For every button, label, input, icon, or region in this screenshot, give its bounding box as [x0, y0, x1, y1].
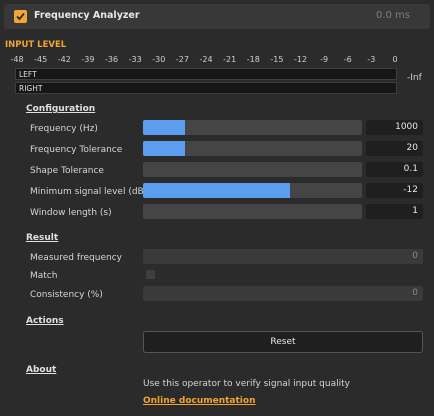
match-indicator — [146, 270, 155, 279]
window-length-slider[interactable] — [143, 204, 362, 219]
param-label: Frequency (Hz) — [30, 124, 98, 134]
level-scale: -48 -45 -42 -39 -36 -33 -30 -27 -24 -21 -18 -15 -12-… — [0, 55, 434, 67]
scale-tick-label: -18 — [246, 55, 260, 64]
shape-tolerance-slider[interactable] — [143, 162, 362, 177]
scale-tick-label: -3 — [367, 55, 376, 64]
minimum-signal-level-slider[interactable] — [143, 183, 362, 198]
right-meter: RIGHT — [15, 82, 397, 94]
scale-tick-label: -30 — [152, 55, 166, 64]
scale-tick-label: -27 — [175, 55, 189, 64]
configuration-heading: Configuration — [26, 104, 96, 114]
scale-tick-label: -42 — [57, 55, 71, 64]
consistency-readout: 0 — [143, 286, 423, 301]
left-meter: LEFT — [15, 68, 397, 80]
scale-tick-label: -12 — [293, 55, 308, 64]
scale-tick-label: -21 — [223, 55, 237, 64]
online-documentation-link[interactable]: Online documentation — [143, 396, 255, 406]
measured-frequency-label: Measured frequency — [30, 253, 122, 263]
param-label: Shape Tolerance — [30, 166, 104, 176]
operator-title: Frequency Analyzer — [34, 10, 140, 21]
param-label: Minimum signal level (dB) — [30, 187, 148, 197]
scale-tick-label: -39 — [81, 55, 95, 64]
scale-tick-label: -36 — [104, 55, 119, 64]
slider-fill — [143, 120, 185, 135]
scale-tick-label: -6 — [343, 55, 352, 64]
param-label: Window length (s) — [30, 208, 112, 218]
measured-frequency-readout: 0 — [143, 249, 423, 264]
consistency-label: Consistency (%) — [30, 290, 103, 300]
scale-tick-label: -33 — [128, 55, 142, 64]
scale-tick-label: -24 — [199, 55, 213, 64]
slider-fill — [143, 141, 185, 156]
scale-tick-label: -45 — [34, 55, 48, 64]
processing-time: 0.0 ms — [375, 10, 410, 21]
minimum-signal-level-value-field[interactable]: -12 — [366, 183, 423, 198]
right-meter-label: RIGHT — [19, 84, 43, 93]
frequency-tolerance-slider[interactable] — [143, 141, 362, 156]
frequency-slider[interactable] — [143, 120, 362, 135]
shape-tolerance-value-field[interactable]: 0.1 — [366, 162, 423, 177]
slider-fill — [143, 183, 290, 198]
scale-tick-label: 0 — [392, 55, 398, 64]
scale-tick-label: -48 — [10, 55, 24, 64]
checkmark-icon — [16, 12, 25, 21]
scale-tick-label: -9 — [320, 55, 329, 64]
param-label: Frequency Tolerance — [30, 145, 123, 155]
frequency-value-field[interactable]: 1000 — [366, 120, 423, 135]
scale-tick-label: -15 — [270, 55, 284, 64]
match-label: Match — [30, 271, 58, 281]
about-description: Use this operator to verify signal input… — [143, 379, 350, 389]
actions-heading: Actions — [26, 316, 64, 326]
window-length-value-field[interactable]: 1 — [366, 204, 423, 219]
reset-button[interactable]: Reset — [143, 331, 423, 353]
frequency-tolerance-value-field[interactable]: 20 — [366, 141, 423, 156]
left-meter-label: LEFT — [19, 70, 37, 79]
result-heading: Result — [26, 233, 59, 243]
level-readout: -Inf — [407, 73, 422, 83]
enable-checkbox[interactable] — [14, 10, 27, 23]
operator-header: Frequency Analyzer 0.0 ms — [4, 4, 430, 29]
about-heading: About — [26, 365, 57, 375]
input-level-title: INPUT LEVEL — [5, 40, 67, 50]
